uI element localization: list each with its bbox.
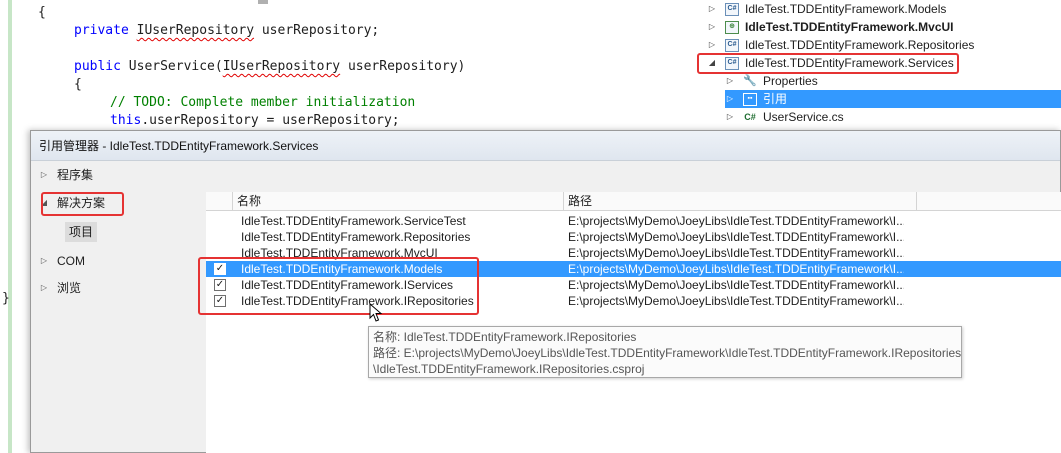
column-header-name[interactable]: 名称 [232, 192, 568, 211]
tree-item-label: Properties [763, 74, 818, 88]
annotation-box-services [697, 53, 959, 74]
code-line-comment: // TODO: Complete member initialization [110, 94, 415, 112]
brace: { [74, 77, 82, 92]
keyword-public: public [74, 59, 121, 74]
nav-projects[interactable]: 项目 [65, 222, 98, 242]
code-line-ctor-brace: { [74, 76, 82, 94]
type-iuserrepository: IUserRepository [136, 23, 255, 38]
reference-manager-dialog: 引用管理器 - IdleTest.TDDEntityFramework.Serv… [30, 130, 1061, 453]
row-name: IdleTest.TDDEntityFramework.ServiceTest [241, 214, 466, 228]
tooltip-path: 路径: E:\projects\MyDemo\JoeyLibs\IdleTest… [373, 346, 962, 360]
reference-list: 名称 路径 IdleTest.TDDEntityFramework.Servic… [206, 192, 1061, 453]
tree-item-references[interactable]: ▷ ▪▪ 引用 [725, 90, 1061, 108]
tree-item-label: IdleTest.TDDEntityFramework.Models [745, 2, 947, 16]
expand-triangle-icon[interactable]: ▷ [707, 0, 717, 18]
wrench-icon: 🔧 [743, 75, 757, 87]
row-path: E:\projects\MyDemo\JoeyLibs\IdleTest.TDD… [568, 230, 904, 244]
brace: } [2, 291, 10, 306]
table-row[interactable]: IdleTest.TDDEntityFramework.ServiceTest … [206, 213, 1061, 229]
dialog-title: 引用管理器 - IdleTest.TDDEntityFramework.Serv… [31, 131, 1060, 161]
row-path: E:\projects\MyDemo\JoeyLibs\IdleTest.TDD… [568, 246, 904, 260]
tree-item-label: UserService.cs [763, 110, 844, 124]
expand-triangle-icon[interactable]: ▷ [725, 72, 735, 90]
tree-item-mvcui[interactable]: ▷ ⊕ IdleTest.TDDEntityFramework.MvcUI [707, 18, 954, 36]
scroll-marker [258, 0, 268, 4]
annotation-box-checked-rows [198, 257, 479, 315]
brace: { [38, 5, 46, 20]
csharp-project-icon: C# [725, 38, 739, 52]
code-line-field: private IUserRepository userRepository; [74, 22, 379, 40]
tree-item-repositories[interactable]: ▷ C# IdleTest.TDDEntityFramework.Reposit… [707, 36, 974, 54]
csharp-project-icon: C# [725, 2, 739, 16]
expand-triangle-icon[interactable]: ▷ [725, 90, 735, 108]
tree-item-models[interactable]: ▷ C# IdleTest.TDDEntityFramework.Models [707, 0, 946, 18]
tree-item-label: IdleTest.TDDEntityFramework.MvcUI [745, 20, 954, 34]
code-line-ctor: public UserService(IUserRepository userR… [74, 58, 465, 76]
row-path: E:\projects\MyDemo\JoeyLibs\IdleTest.TDD… [568, 214, 904, 228]
reference-tooltip: 名称: IdleTest.TDDEntityFramework.IReposit… [368, 326, 962, 378]
tree-item-label: IdleTest.TDDEntityFramework.Repositories [745, 38, 975, 52]
expand-triangle-icon[interactable]: ▷ [707, 36, 717, 54]
column-header-path[interactable]: 路径 [563, 192, 916, 211]
row-path: E:\projects\MyDemo\JoeyLibs\IdleTest.TDD… [568, 294, 904, 308]
todo-comment: // TODO: Complete member initialization [110, 95, 416, 110]
row-path: E:\projects\MyDemo\JoeyLibs\IdleTest.TDD… [568, 262, 904, 276]
tree-item-properties[interactable]: ▷ 🔧 Properties [725, 72, 818, 90]
change-margin [8, 0, 12, 453]
tree-item-userservice[interactable]: ▷ C# UserService.cs [725, 108, 844, 126]
keyword-this: this [110, 113, 142, 128]
row-path: E:\projects\MyDemo\JoeyLibs\IdleTest.TDD… [568, 278, 904, 292]
expand-triangle-icon[interactable]: ▷ [39, 165, 49, 185]
nav-com[interactable]: ▷ COM [39, 251, 85, 271]
param-type: IUserRepository [222, 59, 341, 74]
expand-triangle-icon[interactable]: ▷ [725, 108, 735, 126]
annotation-box-solution [41, 192, 124, 216]
keyword-private: private [74, 23, 129, 38]
tooltip-name: 名称: IdleTest.TDDEntityFramework.IReposit… [373, 330, 637, 344]
nav-label: 浏览 [57, 281, 82, 295]
table-row[interactable]: IdleTest.TDDEntityFramework.Repositories… [206, 229, 1061, 245]
nav-browse[interactable]: ▷ 浏览 [39, 278, 81, 298]
field-rest: userRepository; [254, 23, 380, 38]
ctor-name: UserService( [120, 59, 223, 74]
references-icon: ▪▪ [743, 92, 757, 106]
expand-triangle-icon[interactable]: ▷ [39, 251, 49, 271]
nav-label: 程序集 [57, 168, 94, 182]
cs-file-icon: C# [744, 112, 756, 122]
row-name: IdleTest.TDDEntityFramework.Repositories [241, 230, 471, 244]
code-line-brace-close: } [2, 290, 10, 308]
mouse-cursor-icon [369, 303, 383, 322]
code-line-assign: this.userRepository = userRepository; [110, 112, 400, 130]
expand-triangle-icon[interactable]: ▷ [707, 18, 717, 36]
nav-label: COM [57, 254, 85, 268]
web-project-icon: ⊕ [725, 20, 739, 34]
nav-assemblies[interactable]: ▷ 程序集 [39, 165, 93, 185]
column-header-empty [916, 192, 1061, 211]
ctor-rest: userRepository) [340, 59, 466, 74]
tooltip-path-cont: \IdleTest.TDDEntityFramework.IRepositori… [373, 362, 645, 376]
code-line-brace-open: { [38, 4, 46, 22]
list-header: 名称 路径 [206, 192, 1061, 211]
assign-rest: .userRepository = userRepository; [141, 113, 400, 128]
expand-triangle-icon[interactable]: ▷ [39, 278, 49, 298]
tree-item-label: 引用 [763, 92, 788, 106]
